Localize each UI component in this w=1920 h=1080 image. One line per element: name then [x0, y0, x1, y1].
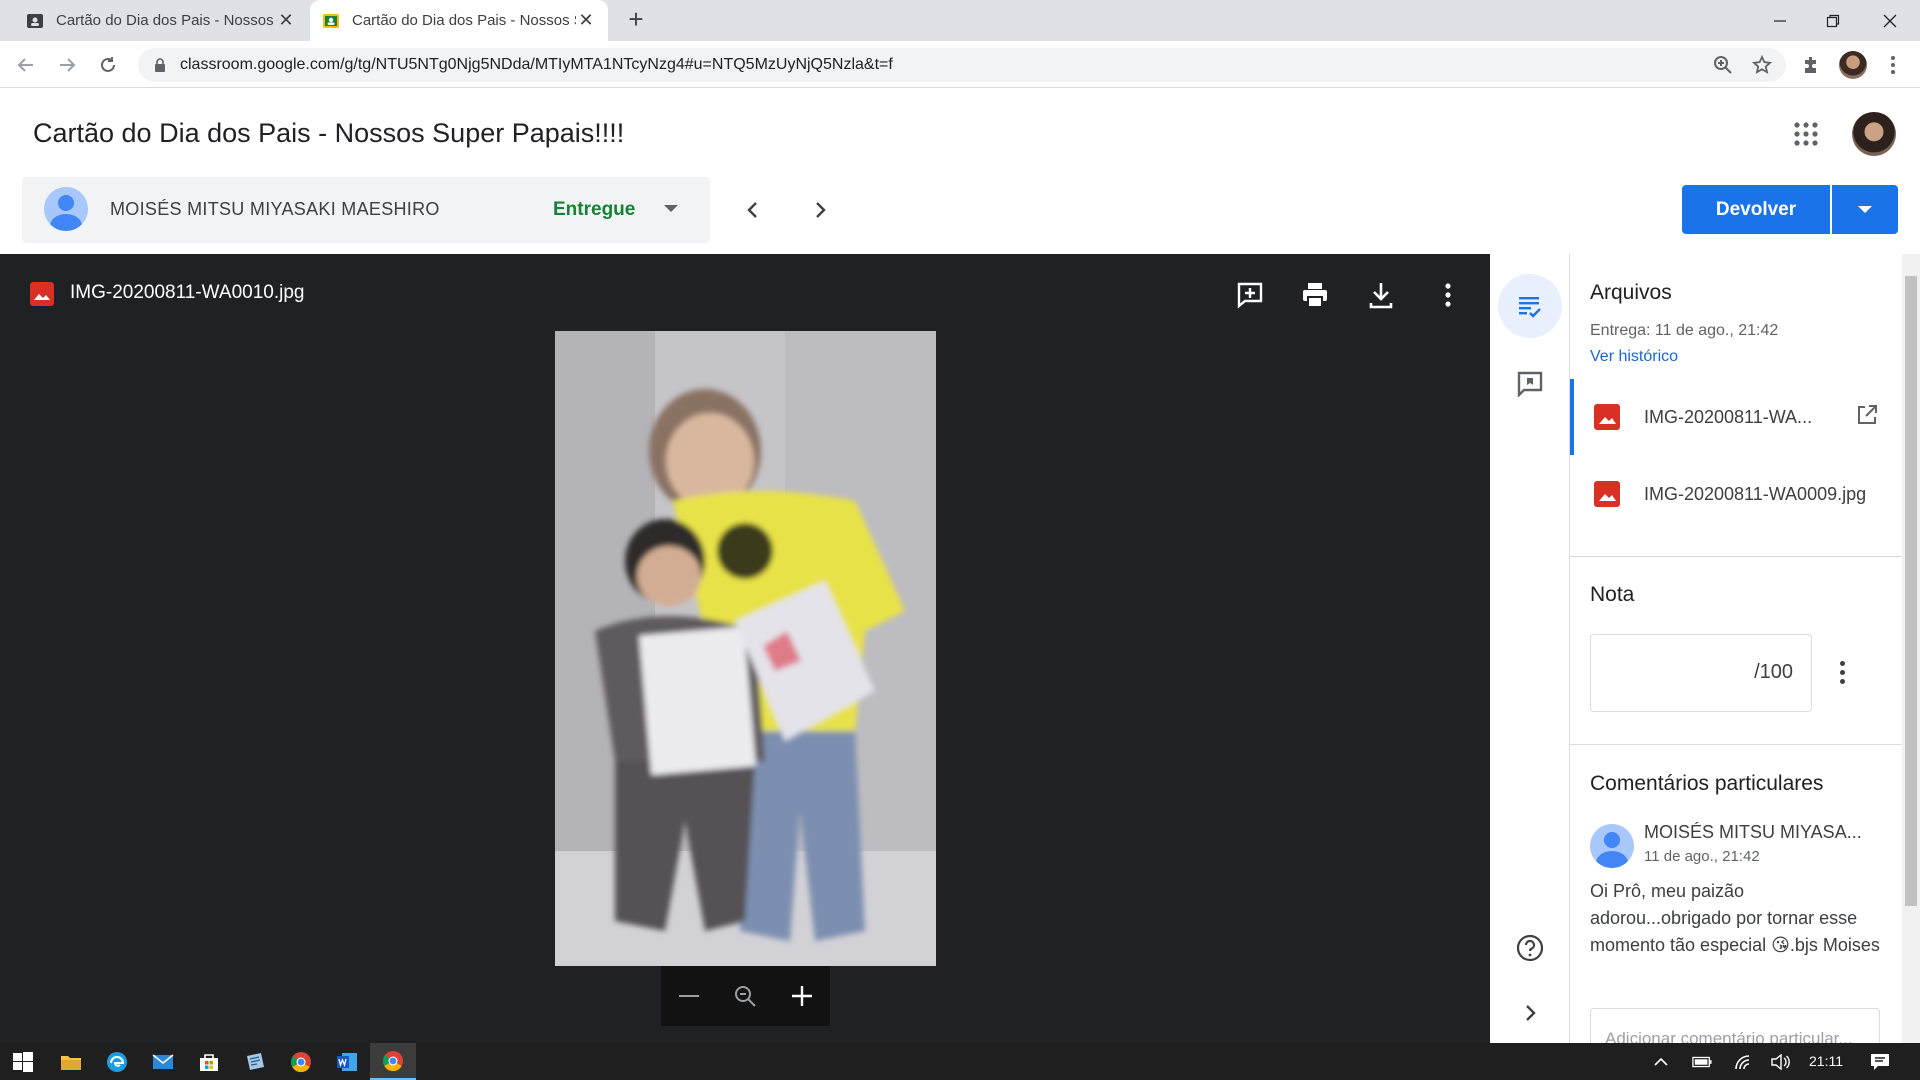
chevron-up-icon[interactable] [1651, 1053, 1671, 1071]
view-history-link[interactable]: Ver histórico [1590, 348, 1678, 366]
expand-panel-icon[interactable] [1498, 981, 1562, 1045]
chrome-window-icon[interactable] [370, 1043, 416, 1080]
browser-tab-title: Cartão do Dia dos Pais - Nossos Super Pa… [56, 12, 276, 29]
section-divider [1570, 744, 1902, 745]
image-file-icon [1594, 481, 1620, 507]
url-text: classroom.google.com/g/tg/NTU5NTg0Njg5ND… [180, 56, 893, 73]
student-name: MOISÉS MITSU MIYASAKI MAESHIRO [110, 199, 440, 219]
zoom-controls [661, 966, 830, 1026]
files-section-title: Arquivos [1590, 281, 1672, 304]
close-icon[interactable]: ✕ [576, 10, 596, 31]
battery-icon[interactable] [1692, 1053, 1712, 1071]
window-close-icon[interactable] [1860, 0, 1920, 41]
windows-start-icon[interactable] [0, 1043, 46, 1080]
comment-placeholder: Adicionar comentário particular... [1605, 1029, 1853, 1043]
browser-tab-2[interactable]: Cartão do Dia dos Pais - Nossos Super Pa… [310, 0, 608, 41]
wifi-icon[interactable] [1733, 1053, 1753, 1071]
address-bar[interactable]: classroom.google.com/g/tg/NTU5NTg0Njg5ND… [138, 48, 1786, 82]
submission-status: Entregue [553, 199, 636, 220]
browser-toolbar: classroom.google.com/g/tg/NTU5NTg0Njg5ND… [0, 41, 1920, 88]
commenter-avatar [1590, 824, 1634, 868]
page-title: Cartão do Dia dos Pais - Nossos Super Pa… [33, 118, 625, 148]
taskbar-clock[interactable]: 21:11 [1809, 1053, 1843, 1069]
extensions-icon[interactable] [1794, 48, 1828, 82]
grade-max: /100 [1754, 661, 1793, 683]
classroom-favicon-icon [26, 12, 44, 30]
file-item[interactable]: IMG-20200811-WA0009.jpg [1570, 456, 1902, 532]
zoom-in-icon[interactable] [782, 976, 822, 1016]
comment-input[interactable]: Adicionar comentário particular... [1590, 1008, 1880, 1043]
browser-tab-1[interactable]: Cartão do Dia dos Pais - Nossos Super Pa… [14, 0, 308, 41]
comment-author: MOISÉS MITSU MIYASA... [1644, 822, 1862, 842]
chevron-down-icon[interactable] [664, 205, 678, 212]
chrome-icon[interactable] [278, 1043, 324, 1080]
image-file-icon [30, 282, 54, 306]
grading-tab-icon[interactable] [1498, 274, 1562, 338]
mail-icon[interactable] [140, 1043, 186, 1080]
zoom-out-icon[interactable] [669, 976, 709, 1016]
minimize-icon[interactable] [1750, 0, 1810, 41]
download-icon[interactable] [1364, 278, 1398, 312]
windows-taskbar: 21:11 [0, 1043, 1920, 1080]
edge-icon[interactable] [94, 1043, 140, 1080]
file-name: IMG-20200811-WA0009.jpg [1644, 483, 1867, 504]
browser-menu-icon[interactable] [1876, 48, 1910, 82]
submission-date: Entrega: 11 de ago., 21:42 [1590, 322, 1779, 339]
restore-icon[interactable] [1803, 0, 1863, 41]
help-icon[interactable] [1498, 916, 1562, 980]
viewer-filename: IMG-20200811-WA0010.jpg [70, 282, 305, 303]
back-icon[interactable] [10, 49, 42, 81]
grade-input[interactable]: /100 [1590, 634, 1812, 712]
comment-date: 11 de ago., 21:42 [1644, 848, 1760, 865]
next-student-icon[interactable] [803, 193, 837, 227]
forward-icon[interactable] [51, 49, 83, 81]
bookmark-star-icon[interactable] [1745, 48, 1779, 82]
notes-app-icon[interactable] [232, 1043, 278, 1080]
volume-icon[interactable] [1770, 1053, 1790, 1071]
new-tab-icon[interactable]: + [622, 6, 650, 34]
return-options-button[interactable] [1832, 185, 1898, 234]
reload-icon[interactable] [92, 49, 124, 81]
file-name: IMG-20200811-WA... [1644, 406, 1813, 427]
grade-more-icon[interactable] [1834, 654, 1850, 690]
private-comments-title: Comentários particulares [1590, 772, 1824, 795]
student-selector[interactable]: MOISÉS MITSU MIYASAKI MAESHIRO Entregue [22, 177, 710, 243]
open-in-new-icon[interactable] [1856, 404, 1882, 430]
browser-tab-title: Cartão do Dia dos Pais - Nossos Super Pa… [352, 12, 576, 29]
print-icon[interactable] [1298, 278, 1332, 312]
student-avatar [44, 187, 88, 231]
classroom-favicon-icon [322, 12, 340, 30]
comment-text: Oi Prô, meu paizão adorou...obrigado por… [1590, 881, 1880, 955]
google-apps-icon[interactable] [1792, 120, 1820, 148]
return-button[interactable]: Devolver [1682, 185, 1830, 234]
store-icon[interactable] [186, 1043, 232, 1080]
close-icon[interactable]: ✕ [276, 10, 296, 31]
word-icon[interactable] [324, 1043, 370, 1080]
chevron-down-icon [1858, 206, 1872, 213]
image-file-icon [1594, 404, 1620, 430]
section-divider [1570, 556, 1902, 557]
scrollbar-thumb[interactable] [1905, 276, 1917, 906]
file-viewer: IMG-20200811-WA0010.jpg [0, 254, 1490, 1043]
zoom-reset-icon[interactable] [725, 976, 765, 1016]
profile-avatar[interactable] [1839, 51, 1867, 79]
grade-section-title: Nota [1590, 583, 1635, 606]
comments-tab-icon[interactable] [1498, 352, 1562, 416]
panel-scrollbar[interactable] [1902, 254, 1920, 1043]
file-item-selected[interactable]: IMG-20200811-WA... [1570, 379, 1902, 455]
side-rail [1490, 254, 1570, 1043]
account-avatar[interactable] [1852, 112, 1896, 156]
grading-panel: Arquivos Entrega: 11 de ago., 21:42 Ver … [1570, 254, 1902, 1043]
notifications-icon[interactable] [1870, 1053, 1890, 1071]
zoom-icon[interactable] [1706, 48, 1740, 82]
previous-student-icon[interactable] [736, 193, 770, 227]
submitted-photo [555, 331, 936, 966]
file-explorer-icon[interactable] [48, 1043, 94, 1080]
browser-tab-bar: Cartão do Dia dos Pais - Nossos Super Pa… [0, 0, 1920, 41]
add-comment-icon[interactable] [1233, 278, 1267, 312]
lock-icon[interactable] [152, 58, 168, 72]
more-options-icon[interactable] [1431, 278, 1465, 312]
